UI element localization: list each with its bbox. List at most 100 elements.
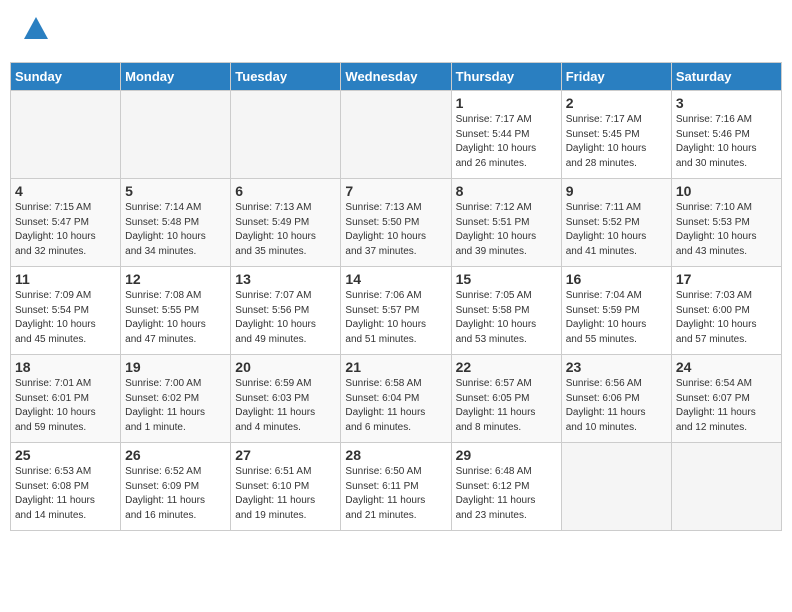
cell-info: Sunrise: 7:05 AM Sunset: 5:58 PM Dayligh…	[456, 289, 557, 347]
day-number: 4	[15, 183, 116, 199]
calendar-week-row: 18 Sunrise: 7:01 AM Sunset: 6:01 PM Dayli…	[11, 355, 782, 443]
calendar-cell: 29 Sunrise: 6:48 AM Sunset: 6:12 PM Dayli…	[451, 443, 561, 531]
day-number: 23	[566, 359, 667, 375]
calendar-cell: 2 Sunrise: 7:17 AM Sunset: 5:45 PM Daylig…	[561, 91, 671, 179]
day-number: 29	[456, 447, 557, 463]
cell-info: Sunrise: 6:53 AM Sunset: 6:08 PM Dayligh…	[15, 465, 116, 523]
day-number: 21	[345, 359, 446, 375]
page-header	[10, 10, 782, 54]
cell-info: Sunrise: 7:12 AM Sunset: 5:51 PM Dayligh…	[456, 201, 557, 259]
cell-info: Sunrise: 6:56 AM Sunset: 6:06 PM Dayligh…	[566, 377, 667, 435]
weekday-header: Tuesday	[231, 63, 341, 91]
calendar-cell: 22 Sunrise: 6:57 AM Sunset: 6:05 PM Dayli…	[451, 355, 561, 443]
calendar-cell: 1Sunrise: 7:17 AM Sunset: 5:44 PM Daylig…	[451, 91, 561, 179]
calendar-cell: 14 Sunrise: 7:06 AM Sunset: 5:57 PM Dayli…	[341, 267, 451, 355]
calendar-cell: 12 Sunrise: 7:08 AM Sunset: 5:55 PM Dayli…	[121, 267, 231, 355]
calendar-cell: 28 Sunrise: 6:50 AM Sunset: 6:11 PM Dayli…	[341, 443, 451, 531]
cell-info: Sunrise: 7:17 AM Sunset: 5:45 PM Dayligh…	[566, 113, 667, 171]
day-number: 13	[235, 271, 336, 287]
calendar-cell: 17 Sunrise: 7:03 AM Sunset: 6:00 PM Dayli…	[671, 267, 781, 355]
cell-info: Sunrise: 7:06 AM Sunset: 5:57 PM Dayligh…	[345, 289, 446, 347]
day-number: 14	[345, 271, 446, 287]
day-number: 11	[15, 271, 116, 287]
weekday-header: Wednesday	[341, 63, 451, 91]
calendar-week-row: 4 Sunrise: 7:15 AM Sunset: 5:47 PM Daylig…	[11, 179, 782, 267]
day-number: 17	[676, 271, 777, 287]
weekday-header: Thursday	[451, 63, 561, 91]
calendar-cell	[671, 443, 781, 531]
cell-info: Sunrise: 7:09 AM Sunset: 5:54 PM Dayligh…	[15, 289, 116, 347]
calendar-cell: 4 Sunrise: 7:15 AM Sunset: 5:47 PM Daylig…	[11, 179, 121, 267]
cell-info: Sunrise: 7:07 AM Sunset: 5:56 PM Dayligh…	[235, 289, 336, 347]
calendar-cell: 24Sunrise: 6:54 AM Sunset: 6:07 PM Dayli…	[671, 355, 781, 443]
calendar-cell: 11 Sunrise: 7:09 AM Sunset: 5:54 PM Dayli…	[11, 267, 121, 355]
calendar-cell: 23 Sunrise: 6:56 AM Sunset: 6:06 PM Dayli…	[561, 355, 671, 443]
cell-info: Sunrise: 7:03 AM Sunset: 6:00 PM Dayligh…	[676, 289, 777, 347]
cell-info: Sunrise: 6:50 AM Sunset: 6:11 PM Dayligh…	[345, 465, 446, 523]
day-number: 9	[566, 183, 667, 199]
cell-info: Sunrise: 7:04 AM Sunset: 5:59 PM Dayligh…	[566, 289, 667, 347]
day-number: 2	[566, 95, 667, 111]
calendar-cell: 21Sunrise: 6:58 AM Sunset: 6:04 PM Dayli…	[341, 355, 451, 443]
calendar-cell: 6 Sunrise: 7:13 AM Sunset: 5:49 PM Daylig…	[231, 179, 341, 267]
calendar-cell	[561, 443, 671, 531]
day-number: 26	[125, 447, 226, 463]
day-number: 25	[15, 447, 116, 463]
calendar-cell	[121, 91, 231, 179]
calendar-cell: 9 Sunrise: 7:11 AM Sunset: 5:52 PM Daylig…	[561, 179, 671, 267]
calendar-cell: 10 Sunrise: 7:10 AM Sunset: 5:53 PM Dayli…	[671, 179, 781, 267]
calendar-cell	[231, 91, 341, 179]
calendar-cell: 3 Sunrise: 7:16 AM Sunset: 5:46 PM Daylig…	[671, 91, 781, 179]
cell-info: Sunrise: 7:00 AM Sunset: 6:02 PM Dayligh…	[125, 377, 226, 435]
day-number: 10	[676, 183, 777, 199]
day-number: 18	[15, 359, 116, 375]
calendar-cell: 8Sunrise: 7:12 AM Sunset: 5:51 PM Daylig…	[451, 179, 561, 267]
calendar-body: 1Sunrise: 7:17 AM Sunset: 5:44 PM Daylig…	[11, 91, 782, 531]
calendar-cell: 18 Sunrise: 7:01 AM Sunset: 6:01 PM Dayli…	[11, 355, 121, 443]
weekday-header: Sunday	[11, 63, 121, 91]
calendar-cell: 13 Sunrise: 7:07 AM Sunset: 5:56 PM Dayli…	[231, 267, 341, 355]
calendar-header-row: SundayMondayTuesdayWednesdayThursdayFrid…	[11, 63, 782, 91]
calendar-cell	[341, 91, 451, 179]
calendar-cell: 15 Sunrise: 7:05 AM Sunset: 5:58 PM Dayli…	[451, 267, 561, 355]
cell-info: Sunrise: 7:08 AM Sunset: 5:55 PM Dayligh…	[125, 289, 226, 347]
cell-info: Sunrise: 6:57 AM Sunset: 6:05 PM Dayligh…	[456, 377, 557, 435]
cell-info: Sunrise: 7:01 AM Sunset: 6:01 PM Dayligh…	[15, 377, 116, 435]
cell-info: Sunrise: 7:13 AM Sunset: 5:50 PM Dayligh…	[345, 201, 446, 259]
calendar-table: SundayMondayTuesdayWednesdayThursdayFrid…	[10, 62, 782, 531]
day-number: 28	[345, 447, 446, 463]
calendar-cell	[11, 91, 121, 179]
cell-info: Sunrise: 7:15 AM Sunset: 5:47 PM Dayligh…	[15, 201, 116, 259]
day-number: 3	[676, 95, 777, 111]
day-number: 20	[235, 359, 336, 375]
cell-info: Sunrise: 6:51 AM Sunset: 6:10 PM Dayligh…	[235, 465, 336, 523]
calendar-week-row: 1Sunrise: 7:17 AM Sunset: 5:44 PM Daylig…	[11, 91, 782, 179]
cell-info: Sunrise: 6:54 AM Sunset: 6:07 PM Dayligh…	[676, 377, 777, 435]
weekday-header: Saturday	[671, 63, 781, 91]
logo-icon	[22, 15, 50, 43]
cell-info: Sunrise: 7:17 AM Sunset: 5:44 PM Dayligh…	[456, 113, 557, 171]
day-number: 6	[235, 183, 336, 199]
day-number: 27	[235, 447, 336, 463]
calendar-cell: 25 Sunrise: 6:53 AM Sunset: 6:08 PM Dayli…	[11, 443, 121, 531]
day-number: 15	[456, 271, 557, 287]
weekday-header: Friday	[561, 63, 671, 91]
calendar-cell: 5 Sunrise: 7:14 AM Sunset: 5:48 PM Daylig…	[121, 179, 231, 267]
weekday-header: Monday	[121, 63, 231, 91]
day-number: 12	[125, 271, 226, 287]
logo	[20, 15, 50, 49]
day-number: 22	[456, 359, 557, 375]
cell-info: Sunrise: 6:48 AM Sunset: 6:12 PM Dayligh…	[456, 465, 557, 523]
calendar-cell: 7 Sunrise: 7:13 AM Sunset: 5:50 PM Daylig…	[341, 179, 451, 267]
cell-info: Sunrise: 6:59 AM Sunset: 6:03 PM Dayligh…	[235, 377, 336, 435]
cell-info: Sunrise: 7:11 AM Sunset: 5:52 PM Dayligh…	[566, 201, 667, 259]
calendar-cell: 16Sunrise: 7:04 AM Sunset: 5:59 PM Dayli…	[561, 267, 671, 355]
day-number: 5	[125, 183, 226, 199]
cell-info: Sunrise: 7:13 AM Sunset: 5:49 PM Dayligh…	[235, 201, 336, 259]
day-number: 7	[345, 183, 446, 199]
day-number: 19	[125, 359, 226, 375]
calendar-week-row: 11 Sunrise: 7:09 AM Sunset: 5:54 PM Dayli…	[11, 267, 782, 355]
cell-info: Sunrise: 7:16 AM Sunset: 5:46 PM Dayligh…	[676, 113, 777, 171]
cell-info: Sunrise: 7:14 AM Sunset: 5:48 PM Dayligh…	[125, 201, 226, 259]
cell-info: Sunrise: 7:10 AM Sunset: 5:53 PM Dayligh…	[676, 201, 777, 259]
